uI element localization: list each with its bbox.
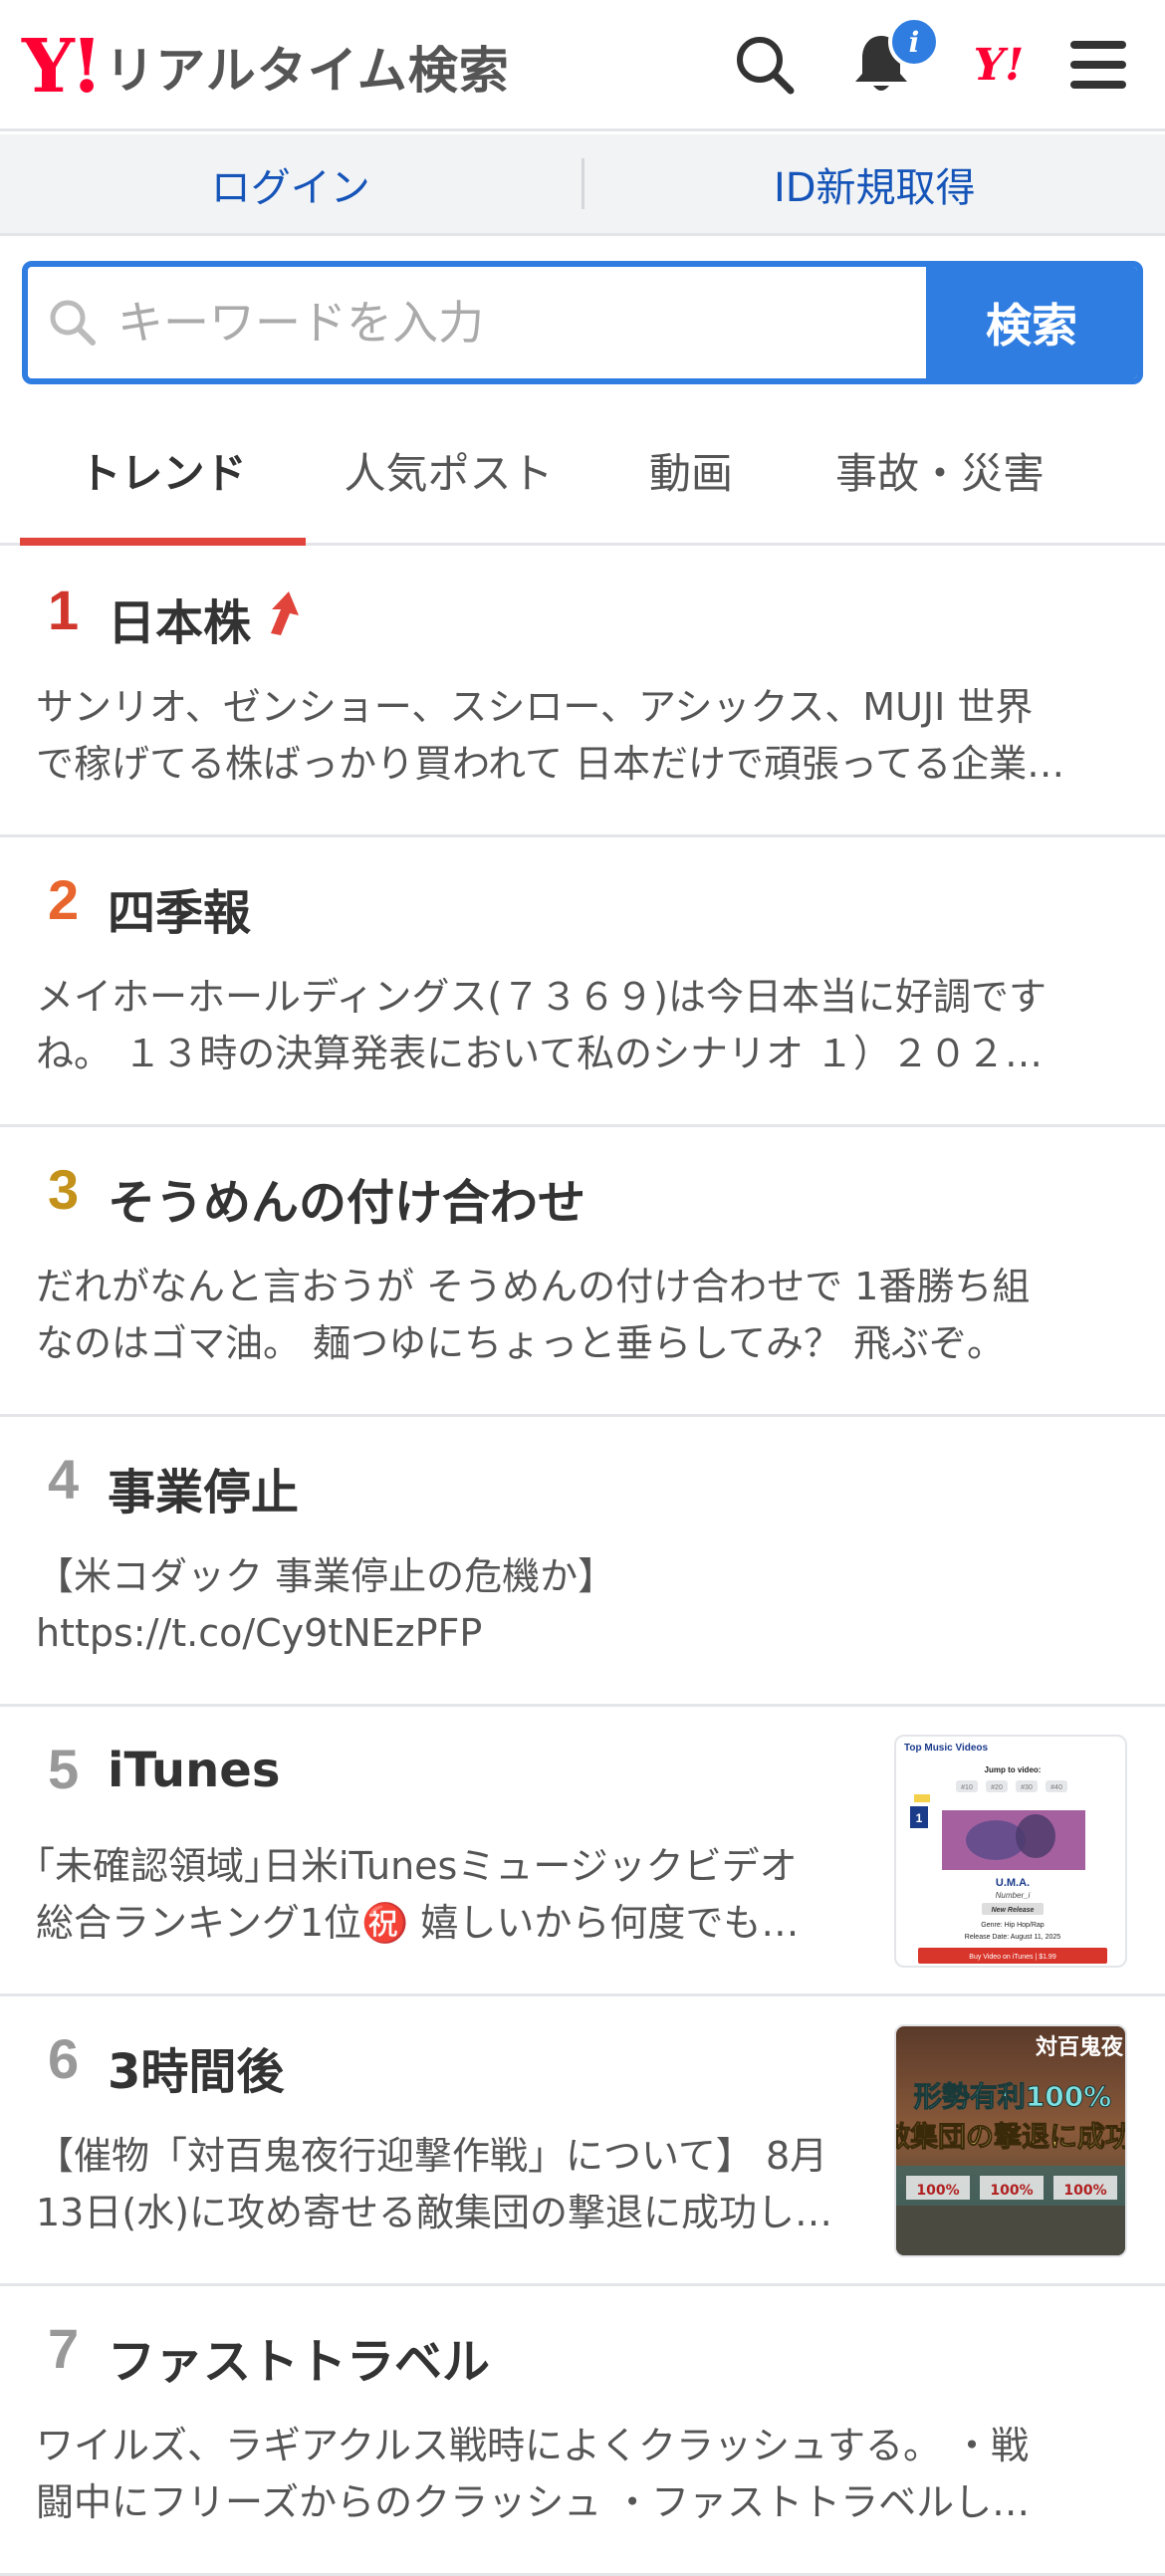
svg-text:#30: #30	[1021, 1784, 1033, 1791]
snippet-line: 【米コダック 事業停止の危機か】	[36, 1548, 1091, 1605]
thumb-tag: New Release	[992, 1907, 1035, 1914]
trend-snippet: 【米コダック 事業停止の危機か】 https://t.co/Cy9tNEzPFP	[36, 1548, 1091, 1662]
snippet-line: 総合ランキング1位㊗️ 嬉しいから何度でも…	[36, 1895, 852, 1952]
svg-text:100%: 100%	[916, 2183, 959, 2199]
trend-title-row: 四季報	[108, 873, 251, 943]
thumb-artist: Number_i	[996, 1891, 1031, 1900]
trend-item-5[interactable]: 5 iTunes ｢未確認領域｣日米iTunesミュージックビデオ 総合ランキン…	[0, 1707, 1165, 1996]
yahoo-mark-text: Y!	[974, 40, 1025, 91]
thumb-sticker	[914, 1794, 930, 1802]
thumb-headline-1: 形勢有利100%	[914, 2080, 1112, 2113]
svg-text:#20: #20	[991, 1784, 1003, 1791]
trend-rank: 3	[48, 1157, 79, 1222]
snippet-line: ｢未確認領域｣日米iTunesミュージックビデオ	[36, 1838, 852, 1895]
snippet-line: なのはゴマ油。 麺つゆにちょっと垂らしてみ？ 飛ぶぞ。	[36, 1315, 1091, 1372]
snippet-line: 【催物「対百鬼夜行迎撃作戦」について】 8月	[36, 2128, 852, 2185]
trend-snippet: だれがなんと言おうが そうめんの付け合わせで 1番勝ち組 なのはゴマ油。 麺つゆ…	[36, 1259, 1091, 1372]
logo-title: リアルタイム検索	[105, 31, 510, 103]
trend-title-row: 3時間後	[108, 2032, 284, 2102]
trend-item-6[interactable]: 6 3時間後 【催物「対百鬼夜行迎撃作戦」について】 8月 13日(水)に攻め寄…	[0, 1996, 1165, 2286]
svg-text:1: 1	[916, 1811, 923, 1825]
rising-arrow-icon	[261, 587, 305, 649]
thumb-jump-pills: #10 #20 #30 #40	[956, 1780, 1067, 1792]
search-input[interactable]	[117, 296, 926, 350]
search-field-wrapper	[28, 267, 926, 378]
search-button[interactable]: 検索	[926, 267, 1137, 378]
login-bar: ログイン ID新規取得	[0, 134, 1165, 236]
snippet-line: メイホーホールディングス(７３６９)は今日本当に好調です	[36, 969, 1091, 1026]
tab-videos[interactable]: 動画	[591, 398, 791, 543]
yahoo-logo-mark: Y!	[22, 30, 99, 104]
search-field-icon	[28, 267, 117, 378]
trend-rank: 2	[48, 867, 79, 932]
login-link[interactable]: ログイン	[0, 134, 582, 233]
trend-snippet: メイホーホールディングス(７３６９)は今日本当に好調です ね。 １３時の決算発表…	[36, 969, 1091, 1082]
trend-title-row: iTunes	[108, 1743, 280, 1798]
trend-item-1[interactable]: 1 日本株 サンリオ、ゼンショー、スシロー、アシックス、MUJI 世界 で稼げて…	[0, 548, 1165, 837]
trend-title: ファストトラベル	[108, 2322, 490, 2392]
trend-title-row: 事業停止	[108, 1453, 299, 1522]
trend-item-3[interactable]: 3 そうめんの付け合わせ だれがなんと言おうが そうめんの付け合わせで 1番勝ち…	[0, 1127, 1165, 1417]
trend-title: 事業停止	[108, 1453, 299, 1522]
trend-list: 1 日本株 サンリオ、ゼンショー、スシロー、アシックス、MUJI 世界 で稼げて…	[0, 548, 1165, 2576]
search-bar: 検索	[22, 261, 1143, 384]
hamburger-menu-icon[interactable]	[1063, 30, 1133, 100]
trend-title: 3時間後	[108, 2032, 284, 2102]
trend-item-2[interactable]: 2 四季報 メイホーホールディングス(７３６９)は今日本当に好調です ね。 １３…	[0, 837, 1165, 1127]
svg-text:#40: #40	[1050, 1784, 1062, 1791]
yahoo-realtime-logo[interactable]: Y! リアルタイム検索	[22, 28, 510, 106]
game-event-thumbnail[interactable]: 対百鬼夜 形勢有利100% 敵集団の撃退に成功 100% 100% 100%	[894, 2024, 1127, 2257]
snippet-line: ワイルズ、ラギアクルス戦時によくクラッシュする。 ・戦	[36, 2418, 1091, 2474]
itunes-chart-thumbnail[interactable]: Top Music Videos Jump to video: #10 #20 …	[894, 1735, 1127, 1968]
register-link[interactable]: ID新規取得	[584, 134, 1165, 233]
snippet-link[interactable]: https://t.co/Cy9tNEzPFP	[36, 1605, 1091, 1662]
thumb-jump-label: Jump to video:	[985, 1765, 1042, 1774]
thumb-song: U.M.A.	[996, 1877, 1030, 1889]
thumb-heading: Top Music Videos	[904, 1743, 989, 1754]
app-header: Y! リアルタイム検索 i Y!	[0, 0, 1165, 131]
trend-title: 四季報	[108, 873, 251, 943]
trend-rank: 7	[48, 2316, 79, 2381]
thumb-gauge-panels: 100% 100% 100%	[906, 2176, 1117, 2200]
trend-snippet: ワイルズ、ラギアクルス戦時によくクラッシュする。 ・戦 闘中にフリーズからのクラ…	[36, 2418, 1091, 2531]
trend-rank: 4	[48, 1447, 79, 1512]
thumb-genre: Genre: Hip Hop/Rap	[981, 1922, 1045, 1929]
tab-popular-posts[interactable]: 人気ポスト	[306, 398, 591, 543]
tab-bar: トレンド 人気ポスト 動画 事故・災害	[0, 398, 1165, 546]
svg-text:100%: 100%	[1063, 2183, 1106, 2199]
snippet-line: 闘中にフリーズからのクラッシュ ・ファストトラベルし…	[36, 2474, 1091, 2531]
trend-title: iTunes	[108, 1743, 280, 1798]
trend-snippet: サンリオ、ゼンショー、スシロー、アシックス、MUJI 世界 で稼げてる株ばっかり…	[36, 679, 1091, 793]
trend-title: そうめんの付け合わせ	[108, 1163, 585, 1233]
search-icon[interactable]	[730, 30, 800, 100]
snippet-line: 13日(水)に攻め寄せる敵集団の撃退に成功し…	[36, 2185, 852, 2241]
trend-item-7[interactable]: 7 ファストトラベル ワイルズ、ラギアクルス戦時によくクラッシュする。 ・戦 闘…	[0, 2286, 1165, 2576]
trend-item-4[interactable]: 4 事業停止 【米コダック 事業停止の危機か】 https://t.co/Cy9…	[0, 1417, 1165, 1707]
svg-text:100%: 100%	[990, 2183, 1033, 2199]
trend-title: 日本株	[108, 584, 251, 653]
tab-accidents-disasters[interactable]: 事故・災害	[791, 398, 1089, 543]
svg-text:#10: #10	[961, 1784, 973, 1791]
notification-badge: i	[888, 16, 940, 68]
svg-text:Buy Video on iTunes | $1.99: Buy Video on iTunes | $1.99	[969, 1954, 1056, 1961]
trend-rank: 1	[48, 578, 79, 642]
snippet-line: サンリオ、ゼンショー、スシロー、アシックス、MUJI 世界	[36, 679, 1091, 736]
thumb-headline-2: 敵集団の撃退に成功	[896, 2120, 1127, 2153]
snippet-line: で稼げてる株ばっかり買われて 日本だけで頑張ってる企業…	[36, 736, 1091, 793]
thumb-corner-text: 対百鬼夜	[1036, 2034, 1124, 2060]
trend-snippet: ｢未確認領域｣日米iTunesミュージックビデオ 総合ランキング1位㊗️ 嬉しい…	[36, 1838, 852, 1952]
yahoo-logo-icon[interactable]: Y!	[964, 30, 1034, 100]
trend-rank: 6	[48, 2026, 79, 2091]
trend-title-row: 日本株	[108, 584, 305, 653]
snippet-line: ね。 １３時の決算発表において私のシナリオ １）２０２…	[36, 1026, 1091, 1082]
trend-title-row: ファストトラベル	[108, 2322, 490, 2392]
trend-snippet: 【催物「対百鬼夜行迎撃作戦」について】 8月 13日(水)に攻め寄せる敵集団の撃…	[36, 2128, 852, 2241]
trend-rank: 5	[48, 1737, 79, 1801]
tab-trend[interactable]: トレンド	[20, 398, 306, 543]
snippet-line: だれがなんと言おうが そうめんの付け合わせで 1番勝ち組	[36, 1259, 1091, 1315]
trend-title-row: そうめんの付け合わせ	[108, 1163, 585, 1233]
thumb-release: Release Date: August 11, 2025	[965, 1934, 1060, 1941]
